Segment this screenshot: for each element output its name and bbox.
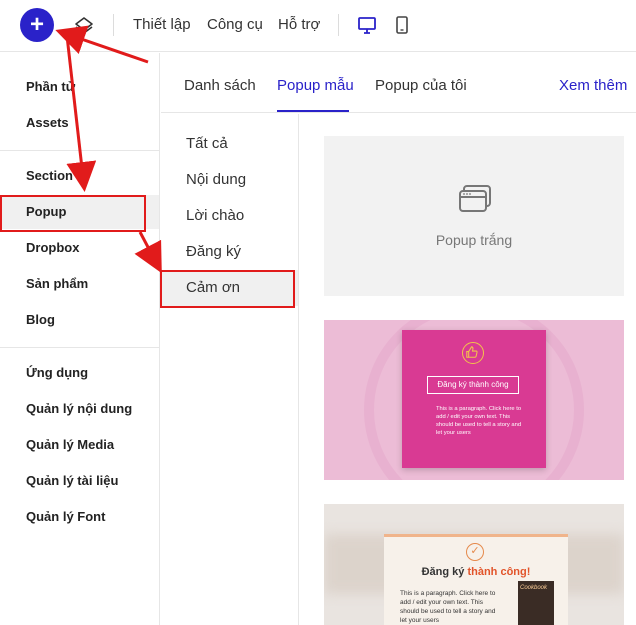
sidebar-item-apps[interactable]: Ứng dụng [0, 356, 159, 390]
sidebar-divider [0, 150, 159, 151]
menu-tools[interactable]: Công cụ [207, 16, 263, 33]
blank-popup-label: Popup trắng [435, 232, 513, 248]
mobile-icon[interactable] [391, 14, 413, 36]
template-pink-thanks[interactable]: Đăng ký thành công This is a paragraph. … [324, 320, 624, 480]
pink-popup-paragraph: This is a paragraph. Click here to add /… [436, 406, 522, 436]
menu-support[interactable]: Hỗ trợ [278, 16, 320, 33]
sidebar-item-content-manager[interactable]: Quản lý nội dung [0, 392, 159, 426]
cookbook-title: Cookbook [520, 585, 548, 591]
popup-tabs: Danh sách Popup mẫu Popup của tôi Xem th… [161, 53, 636, 113]
sidebar-item-products[interactable]: Sản phẩm [0, 267, 159, 301]
sidebar-item-document-manager[interactable]: Quản lý tài liệu [0, 464, 159, 498]
sidebar-item-elements[interactable]: Phần tử [0, 70, 159, 104]
category-all[interactable]: Tất cả [161, 126, 298, 162]
food-popup-title: Đăng ký thành công! [421, 566, 531, 578]
left-sidebar: Phần tử Assets Section Popup Dropbox Sản… [0, 53, 160, 625]
sidebar-item-assets[interactable]: Assets [0, 106, 159, 140]
category-thanks[interactable]: Cảm ơn [161, 270, 298, 306]
sidebar-item-dropbox[interactable]: Dropbox [0, 231, 159, 265]
sidebar-item-media-manager[interactable]: Quản lý Media [0, 428, 159, 462]
sidebar-item-section[interactable]: Section [0, 159, 159, 193]
template-food-thanks[interactable]: ✓ Đăng ký thành công! This is a paragrap… [324, 504, 624, 625]
menu-settings[interactable]: Thiết lập [133, 16, 191, 33]
layers-icon[interactable] [73, 14, 95, 36]
sidebar-item-font-manager[interactable]: Quản lý Font [0, 500, 159, 534]
category-list: Tất cả Nội dung Lời chào Đăng ký Cảm ơn [161, 114, 299, 625]
category-content[interactable]: Nội dung [161, 162, 298, 198]
desktop-icon[interactable] [356, 14, 378, 36]
cookbook-image: Cookbook [518, 581, 554, 625]
template-blank-popup[interactable]: Popup trắng [324, 136, 624, 296]
see-more-link[interactable]: Xem thêm [559, 77, 627, 94]
browser-window-icon [459, 185, 491, 212]
check-circle-icon: ✓ [466, 543, 484, 561]
add-element-button[interactable]: + [20, 8, 54, 42]
sidebar-divider [0, 347, 159, 348]
tab-popup-templates[interactable]: Popup mẫu [277, 77, 354, 94]
top-toolbar: + Thiết lập Công cụ Hỗ trợ [0, 0, 636, 52]
category-greeting[interactable]: Lời chào [161, 198, 298, 234]
toolbar-divider [113, 14, 114, 36]
plus-icon: + [29, 11, 44, 38]
food-popup-paragraph: This is a paragraph. Click here to add /… [400, 590, 496, 624]
active-tab-indicator [277, 110, 349, 112]
pink-popup-card: Đăng ký thành công This is a paragraph. … [402, 330, 546, 468]
sidebar-item-popup[interactable]: Popup [0, 195, 159, 229]
tab-my-popups[interactable]: Popup của tôi [375, 77, 467, 94]
thumbs-up-icon [462, 342, 484, 364]
tab-list[interactable]: Danh sách [184, 77, 256, 94]
food-popup-card: ✓ Đăng ký thành công! This is a paragrap… [384, 534, 568, 625]
toolbar-divider [338, 14, 339, 36]
pink-popup-title: Đăng ký thành công [427, 376, 519, 394]
category-signup[interactable]: Đăng ký [161, 234, 298, 270]
sidebar-item-blog[interactable]: Blog [0, 303, 159, 337]
